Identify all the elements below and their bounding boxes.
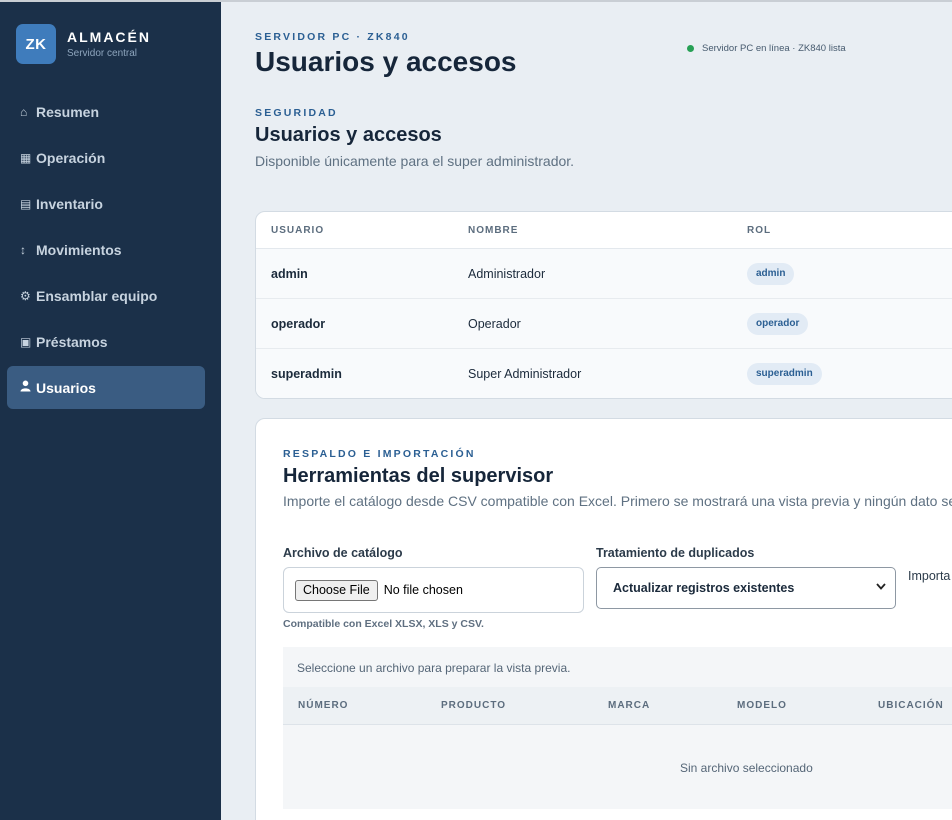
role-badge: superadmin [747,363,822,385]
column-header-numero: NÚMERO [298,700,349,711]
role-badge: operador [747,313,809,335]
duplicates-label: Tratamiento de duplicados [596,546,755,560]
users-table: USUARIO NOMBRE ROL admin Administrador a… [255,211,952,399]
catalog-file-label: Archivo de catálogo [283,546,403,560]
file-format-hint: Compatible con Excel XLSX, XLS y CSV. [283,618,484,630]
brand-subtitle: Servidor central [67,48,138,59]
name-cell: Super Administrador [468,367,582,381]
security-title: Usuarios y accesos [255,124,442,146]
user-cell: superadmin [271,367,342,381]
window-top-border [0,0,952,2]
duplicates-select[interactable]: Actualizar registros existentes [596,567,896,609]
brand-logo: ZK [16,24,56,64]
table-row[interactable]: superadmin Super Administrador superadmi… [256,349,952,398]
gear-icon: ⚙ [20,288,31,303]
tools-description: Importe el catálogo desde CSV compatible… [283,493,952,509]
sidebar-item-label: Usuarios [36,379,96,396]
import-label: Importa [908,569,951,583]
table-row[interactable]: admin Administrador admin [256,249,952,299]
import-preview: Seleccione un archivo para preparar la v… [283,647,952,809]
brand-title: ALMACÉN [67,29,151,45]
sidebar: ZK ALMACÉN Servidor central ⌂ Resumen ▦ … [0,0,221,820]
sidebar-item-label: Movimientos [36,241,122,258]
tools-title: Herramientas del supervisor [283,465,554,487]
preview-message: Seleccione un archivo para preparar la v… [297,661,571,675]
column-header-marca: MARCA [608,700,651,711]
sidebar-nav: ⌂ Resumen ▦ Operación ▤ Inventario ↕ Mov… [7,90,205,412]
sidebar-item-prestamos[interactable]: ▣ Préstamos [7,320,205,363]
sidebar-item-usuarios[interactable]: Usuarios [7,366,205,409]
sidebar-item-label: Operación [36,149,106,166]
security-eyebrow: SEGURIDAD [255,107,338,119]
sidebar-item-label: Ensamblar equipo [36,287,158,304]
user-cell: admin [271,267,308,281]
file-status-text: No file chosen [383,583,463,597]
catalog-file-input[interactable]: Choose File No file chosen [283,567,584,613]
column-header-rol: ROL [747,225,772,236]
user-cell: operador [271,317,326,331]
brand: ZK ALMACÉN Servidor central [16,24,151,64]
column-header-modelo: MODELO [737,700,787,711]
name-cell: Operador [468,317,521,331]
header-eyebrow: SERVIDOR PC · ZK840 [255,31,410,43]
name-cell: Administrador [468,267,546,281]
list-icon: ▤ [20,196,32,211]
server-status-text: Servidor PC en línea · ZK840 lista [702,43,846,54]
users-table-header: USUARIO NOMBRE ROL [256,212,952,249]
sidebar-item-ensamblar[interactable]: ⚙ Ensamblar equipo [7,274,205,317]
status-dot-icon [687,45,694,52]
user-icon [20,380,36,395]
sidebar-item-operacion[interactable]: ▦ Operación [7,136,205,179]
security-description: Disponible únicamente para el super admi… [255,153,575,169]
sidebar-item-label: Resumen [36,103,100,120]
duplicates-selected-value: Actualizar registros existentes [613,581,795,595]
table-row[interactable]: operador Operador operador [256,299,952,349]
column-header-nombre: NOMBRE [468,225,519,236]
page-title: Usuarios y accesos [255,46,517,77]
sidebar-item-resumen[interactable]: ⌂ Resumen [7,90,205,133]
choose-file-button[interactable]: Choose File [295,579,378,601]
column-header-producto: PRODUCTO [441,700,507,711]
sidebar-item-label: Préstamos [36,333,108,350]
home-icon: ⌂ [20,104,28,119]
preview-empty-state: Sin archivo seleccionado [680,761,813,775]
supervisor-tools-card: RESPALDO E IMPORTACIÓN Herramientas del … [255,418,952,820]
column-header-ubicacion: UBICACIÓN [878,700,944,711]
server-status: Servidor PC en línea · ZK840 lista [687,43,846,54]
updown-arrow-icon: ↕ [20,242,26,257]
sidebar-item-movimientos[interactable]: ↕ Movimientos [7,228,205,271]
sidebar-item-inventario[interactable]: ▤ Inventario [7,182,205,225]
grid-icon: ▦ [20,150,32,165]
main-content: SERVIDOR PC · ZK840 Usuarios y accesos S… [221,0,952,820]
column-header-usuario: USUARIO [271,225,325,236]
sidebar-item-label: Inventario [36,195,103,212]
preview-table-header: NÚMERO PRODUCTO MARCA MODELO UBICACIÓN [283,687,952,725]
chevron-down-icon [876,582,886,593]
role-badge: admin [747,263,795,285]
tools-eyebrow: RESPALDO E IMPORTACIÓN [283,448,476,460]
box-icon: ▣ [20,334,32,349]
